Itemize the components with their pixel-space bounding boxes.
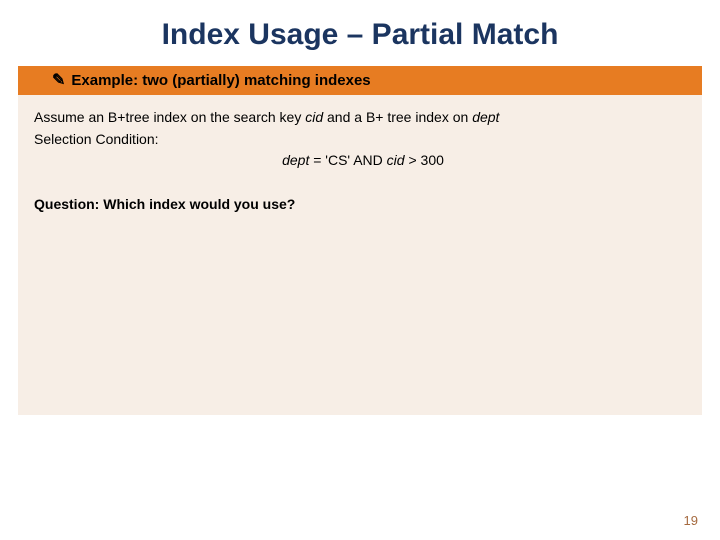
question-line: Question: Which index would you use? xyxy=(34,196,692,212)
formula-cid: cid xyxy=(387,152,405,168)
assume-mid: and a B+ tree index on xyxy=(323,109,472,125)
cid-term: cid xyxy=(305,109,323,125)
selection-condition-label: Selection Condition: xyxy=(34,129,692,151)
page-number: 19 xyxy=(684,513,698,528)
dept-term: dept xyxy=(472,109,499,125)
banner-text: Example: two (partially) matching indexe… xyxy=(71,72,370,89)
formula-eq1: = 'CS' AND xyxy=(309,152,386,168)
content-area: Assume an B+tree index on the search key… xyxy=(18,95,702,415)
slide-title: Index Usage – Partial Match xyxy=(0,0,720,66)
selection-formula: dept = 'CS' AND cid > 300 xyxy=(34,152,692,168)
example-banner: ✎ Example: two (partially) matching inde… xyxy=(18,66,702,95)
pencil-icon: ✎ xyxy=(52,73,65,89)
assume-line: Assume an B+tree index on the search key… xyxy=(34,107,692,129)
formula-eq2: > 300 xyxy=(405,152,444,168)
question-text: Which index would you use? xyxy=(99,196,295,212)
assume-pre: Assume an B+tree index on the search key xyxy=(34,109,305,125)
formula-dept: dept xyxy=(282,152,309,168)
question-label: Question: xyxy=(34,196,99,212)
